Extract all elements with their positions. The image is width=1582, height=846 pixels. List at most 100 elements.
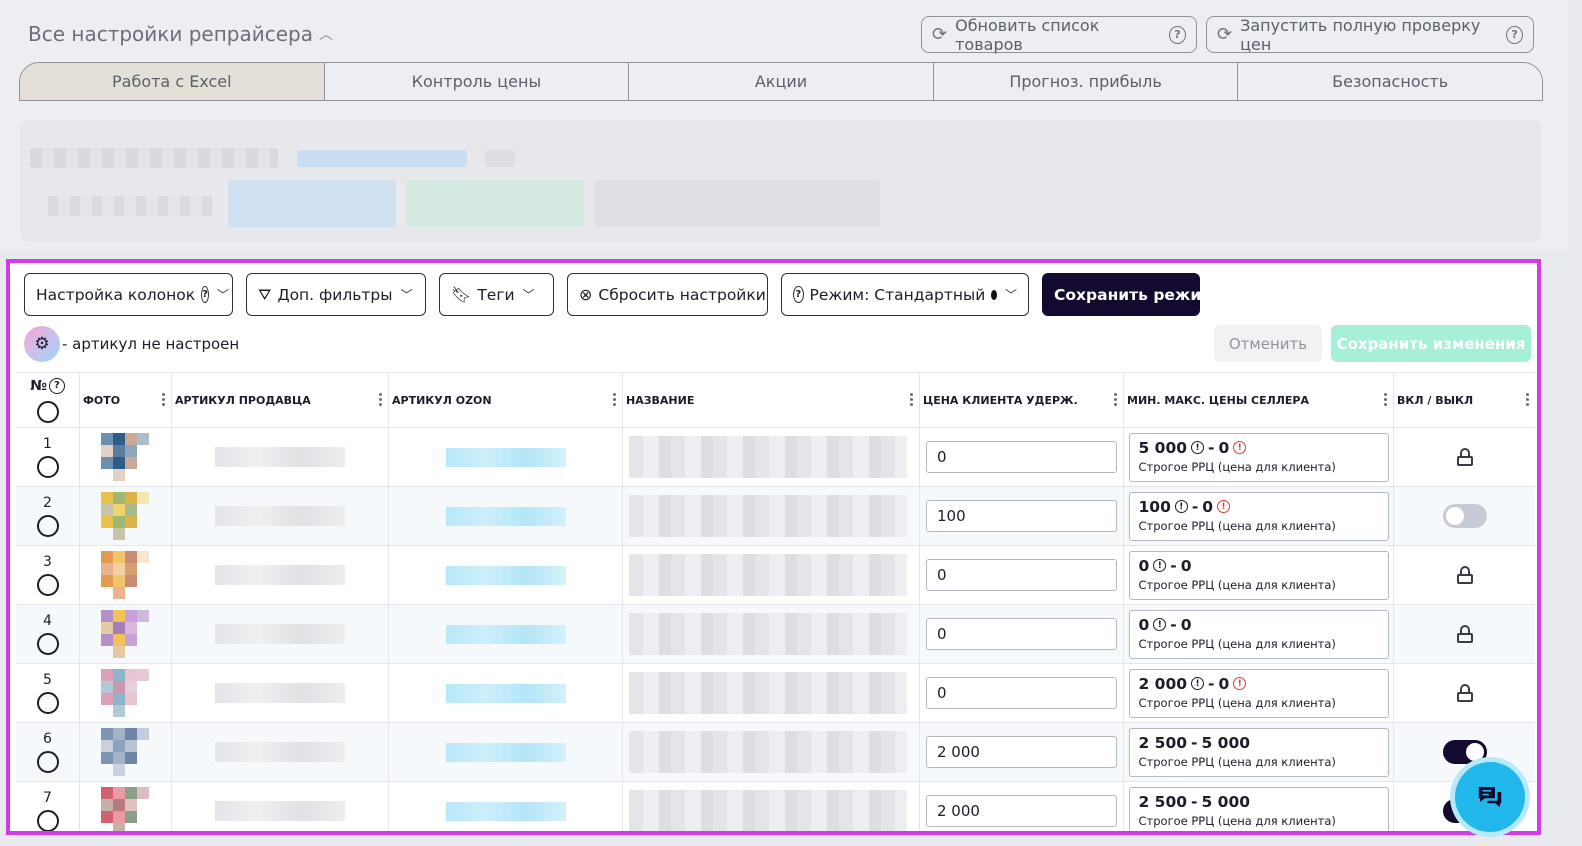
seller-article-blurred <box>215 565 345 585</box>
min-price: 2 500 <box>1138 733 1188 752</box>
product-photo[interactable] <box>100 610 151 658</box>
seller-article-blurred <box>215 683 345 703</box>
chat-button[interactable] <box>1455 762 1525 832</box>
header-photo: ФОТО <box>80 373 172 427</box>
strategy-label: Строгое РРЦ (цена для клиента) <box>1138 695 1336 710</box>
product-photo[interactable] <box>100 787 151 831</box>
min-max-field[interactable]: 2 500 - 5 000 Строгое РРЦ (цена для клие… <box>1128 786 1389 831</box>
product-photo[interactable] <box>100 492 151 540</box>
row-number-cell: 3 <box>16 546 80 604</box>
info-icon: ! <box>1191 677 1205 690</box>
row-select-radio[interactable] <box>36 515 59 537</box>
header-name: НАЗВАНИЕ <box>623 373 920 427</box>
tab-excel[interactable]: Работа с Excel <box>20 63 325 100</box>
update-products-button[interactable]: ⟳ Обновить список товаров ? <box>921 16 1197 54</box>
run-price-check-button[interactable]: ⟳ Запустить полную проверку цен ? <box>1206 16 1534 54</box>
save-mode-button[interactable]: Сохранить режим <box>1042 273 1214 316</box>
column-menu-icon[interactable] <box>162 391 165 408</box>
bookmark-icon: 🔖︎ <box>451 285 472 304</box>
extra-filters-button[interactable]: ⛛ Доп. фильтры ﹀ <box>246 273 426 316</box>
settings-header-area: Все настройки репрайсера ︿ ⟳ Обновить сп… <box>0 0 1568 250</box>
row-select-radio[interactable] <box>36 633 59 655</box>
row-select-radio[interactable] <box>36 574 59 596</box>
max-price: 0 <box>1218 438 1230 457</box>
photo-cell <box>80 487 172 545</box>
row-select-radio[interactable] <box>36 456 59 478</box>
min-max-field[interactable]: 2 000 ! - 0 ! Строгое РРЦ (цена для клие… <box>1128 668 1389 718</box>
column-menu-icon[interactable] <box>1384 391 1387 408</box>
client-price-input[interactable]: 2 000 <box>926 795 1117 827</box>
photo-cell <box>80 664 172 722</box>
min-max-field[interactable]: 100 ! - 0 ! Строгое РРЦ (цена для клиент… <box>1128 491 1389 541</box>
table-row[interactable]: 3 0 0 ! - 0 Строгое РРЦ (цена для клиент… <box>16 546 1535 605</box>
toggle-cell <box>1394 664 1535 722</box>
column-menu-icon[interactable] <box>613 391 616 408</box>
ozon-article-link[interactable] <box>445 742 566 762</box>
product-photo[interactable] <box>100 551 151 599</box>
ozon-article-cell <box>389 546 623 604</box>
strategy-label: Строгое РРЦ (цена для клиента) <box>1138 754 1336 769</box>
mode-select[interactable]: ? Режим: Стандартный ﹀ <box>781 273 1029 316</box>
column-menu-icon[interactable] <box>910 391 913 408</box>
chevron-down-icon: ﹀ <box>522 288 535 302</box>
client-price-input[interactable]: 0 <box>926 559 1117 591</box>
table-row[interactable]: 6 2 000 2 500 - 5 000 Строгое РРЦ (цена … <box>16 723 1535 782</box>
page-scrollbar[interactable] <box>1547 300 1567 840</box>
product-photo[interactable] <box>100 433 151 481</box>
ozon-article-link[interactable] <box>445 506 566 526</box>
tab-price-control[interactable]: Контроль цены <box>324 63 630 100</box>
column-settings-button[interactable]: Настройка колонок ? ﹀ <box>24 273 233 316</box>
reset-settings-button[interactable]: ⊗ Сбросить настройки <box>567 273 768 316</box>
client-price-input[interactable]: 2 000 <box>926 736 1117 768</box>
column-menu-icon[interactable] <box>1114 391 1117 408</box>
toggle-cell <box>1394 546 1535 604</box>
ozon-article-link[interactable] <box>445 447 566 467</box>
client-price-input[interactable]: 0 <box>926 441 1117 473</box>
save-changes-button[interactable]: Сохранить изменения <box>1331 325 1531 362</box>
column-menu-icon[interactable] <box>379 391 382 408</box>
product-photo[interactable] <box>100 728 151 776</box>
tab-security[interactable]: Безопасность <box>1238 63 1542 100</box>
ozon-article-link[interactable] <box>445 565 566 585</box>
product-name-blurred <box>629 672 907 714</box>
gear-icon[interactable]: ⚙ <box>24 326 60 362</box>
min-max-field[interactable]: 0 ! - 0 Строгое РРЦ (цена для клиента) <box>1128 609 1389 659</box>
cancel-button[interactable]: Отменить <box>1214 325 1322 362</box>
row-select-radio[interactable] <box>36 692 59 714</box>
client-price-input[interactable]: 0 <box>926 618 1117 650</box>
min-price: 2 500 <box>1138 792 1188 811</box>
min-max-cell: 5 000 ! - 0 ! Строгое РРЦ (цена для клие… <box>1124 428 1394 486</box>
help-icon: ? <box>201 286 209 303</box>
seller-article-blurred <box>215 447 345 467</box>
product-photo[interactable] <box>100 669 151 717</box>
ozon-article-link[interactable] <box>445 801 566 821</box>
client-price-input[interactable]: 0 <box>926 677 1117 709</box>
min-max-field[interactable]: 5 000 ! - 0 ! Строгое РРЦ (цена для клие… <box>1128 432 1389 482</box>
page-title[interactable]: Все настройки репрайсера ︿ <box>28 22 333 46</box>
tab-promotions[interactable]: Акции <box>629 63 934 100</box>
client-price-input[interactable]: 100 <box>926 500 1117 532</box>
min-max-field[interactable]: 2 500 - 5 000 Строгое РРЦ (цена для клие… <box>1128 727 1389 777</box>
product-name-blurred <box>629 554 907 596</box>
row-select-radio[interactable] <box>36 751 59 773</box>
strategy-label: Строгое РРЦ (цена для клиента) <box>1138 813 1336 828</box>
enable-toggle[interactable] <box>1442 504 1487 528</box>
min-max-field[interactable]: 0 ! - 0 Строгое РРЦ (цена для клиента) <box>1128 550 1389 600</box>
row-select-radio[interactable] <box>36 810 59 831</box>
client-price-cell: 0 <box>920 605 1124 663</box>
table-row[interactable]: 4 0 0 ! - 0 Строгое РРЦ (цена для клиент… <box>16 605 1535 664</box>
ozon-article-link[interactable] <box>445 624 566 644</box>
tab-profit-forecast[interactable]: Прогноз. прибыль <box>933 63 1239 100</box>
max-price: 0 <box>1180 556 1192 575</box>
row-number: 1 <box>43 436 52 452</box>
table-toolbar: Настройка колонок ? ﹀ ⛛ Доп. фильтры ﹀ 🔖… <box>24 273 1214 316</box>
enable-toggle[interactable] <box>1442 740 1487 764</box>
table-row[interactable]: 2 100 100 ! - 0 ! Строгое РРЦ (цена для … <box>16 487 1535 546</box>
table-row[interactable]: 7 2 000 2 500 - 5 000 Строгое РРЦ (цена … <box>16 782 1535 831</box>
column-menu-icon[interactable] <box>1526 391 1529 408</box>
table-row[interactable]: 5 0 2 000 ! - 0 ! Строгое РРЦ (цена для … <box>16 664 1535 723</box>
tags-button[interactable]: 🔖︎ Теги ﹀ <box>439 273 554 316</box>
select-all-radio[interactable] <box>36 400 59 423</box>
table-row[interactable]: 1 0 5 000 ! - 0 ! Строгое РРЦ (цена для … <box>16 428 1535 487</box>
ozon-article-link[interactable] <box>445 683 566 703</box>
